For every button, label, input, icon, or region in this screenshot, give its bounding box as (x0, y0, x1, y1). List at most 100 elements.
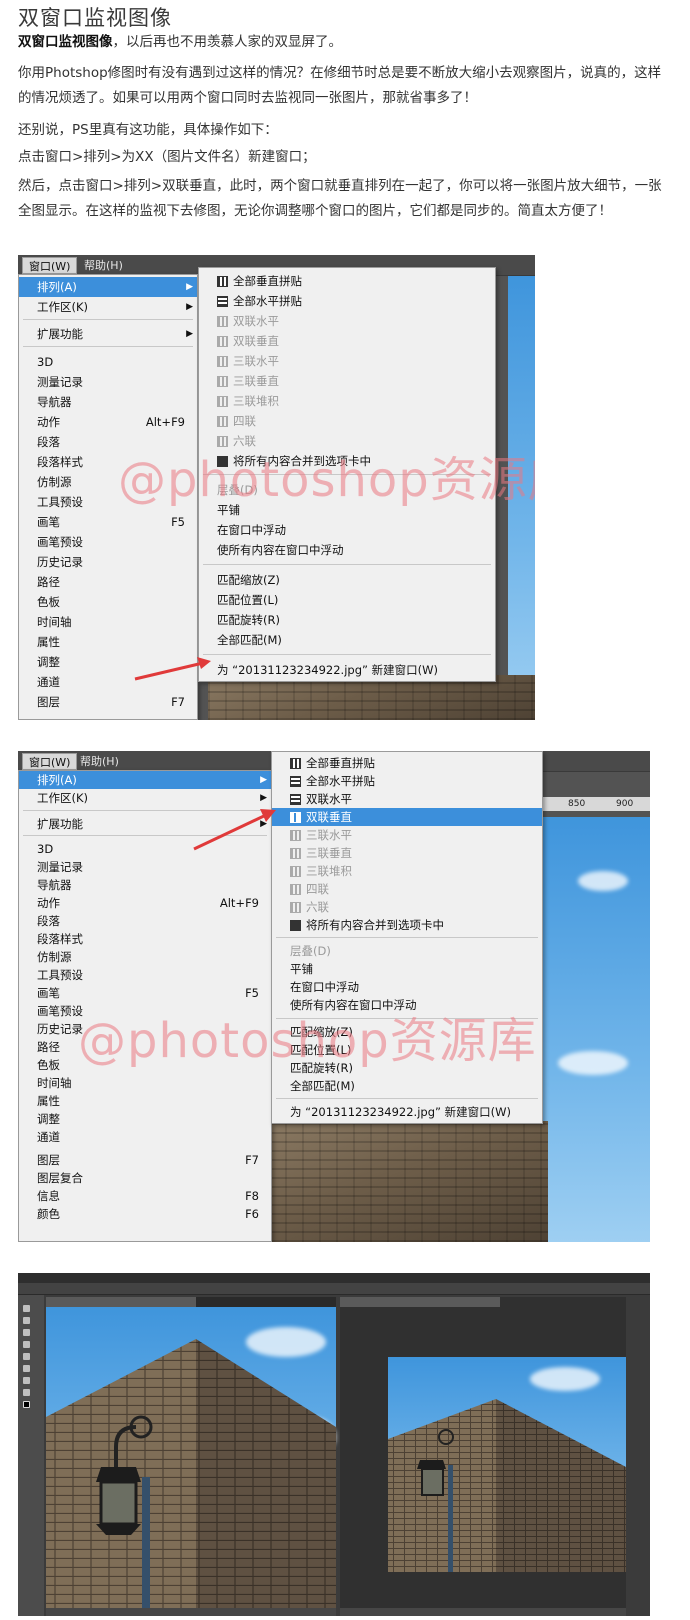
tool-icon[interactable] (23, 1353, 30, 1360)
window-menu-item[interactable]: 导航器 (19, 392, 197, 412)
arrange-item[interactable]: 三联垂直 (272, 844, 542, 862)
tool-icon[interactable] (23, 1317, 30, 1324)
arrange-item[interactable]: 匹配位置(L) (272, 1041, 542, 1059)
window-menu-item[interactable]: 排列(A) ▶ (19, 771, 271, 789)
window-menu-item[interactable]: 路径 (19, 572, 197, 592)
doc-window-right[interactable] (340, 1297, 626, 1616)
ps-tools-panel (18, 1295, 44, 1616)
doc-tab-left[interactable] (46, 1297, 196, 1307)
window-menu-item[interactable]: 段落样式 (19, 452, 197, 472)
arrange-item[interactable]: 将所有内容合并到选项卡中 (199, 451, 495, 471)
tool-icon[interactable] (23, 1365, 30, 1372)
wall-building-image (388, 1399, 626, 1572)
window-menu-item[interactable]: 3D (19, 352, 197, 372)
window-menu-item[interactable]: 仿制源 (19, 948, 271, 966)
window-menu-item[interactable]: 色板 (19, 1056, 271, 1074)
window-menu-item[interactable]: 图层复合 (19, 1169, 271, 1187)
tool-icon[interactable] (23, 1341, 30, 1348)
new-window-item[interactable]: 为 “20131123234922.jpg” 新建窗口(W) (272, 1103, 542, 1121)
arrange-item[interactable]: 使所有内容在窗口中浮动 (199, 540, 495, 560)
window-menu-item[interactable]: 历史记录 (19, 1020, 271, 1038)
doc-tab-right[interactable] (340, 1297, 500, 1307)
window-menu-item[interactable]: 属性 (19, 1092, 271, 1110)
window-menu-item[interactable]: 通道 (19, 1128, 271, 1146)
window-menu-item[interactable]: 排列(A) ▶ (19, 277, 197, 297)
window-menu-item[interactable]: 信息 F8 (19, 1187, 271, 1205)
foreground-color-icon[interactable] (23, 1401, 30, 1408)
arrange-item[interactable]: 匹配缩放(Z) (272, 1023, 542, 1041)
tool-icon[interactable] (23, 1389, 30, 1396)
menu-window[interactable]: 窗口(W) (22, 257, 78, 274)
window-menu-item[interactable]: 段落 (19, 912, 271, 930)
arrange-item[interactable]: 三联堆积 (199, 391, 495, 411)
arrange-item[interactable]: 三联水平 (199, 351, 495, 371)
consolidate-tabs-icon (290, 920, 301, 931)
tool-icon[interactable] (23, 1377, 30, 1384)
window-menu-item[interactable]: 动作 Alt+F9 (19, 894, 271, 912)
arrange-item[interactable]: 六联 (272, 898, 542, 916)
arrange-item[interactable]: 层叠(D) (199, 480, 495, 500)
window-menu-item[interactable]: 时间轴 (19, 612, 197, 632)
window-menu-item[interactable]: 动作 Alt+F9 (19, 412, 197, 432)
window-menu-item[interactable]: 画笔 F5 (19, 512, 197, 532)
arrange-item[interactable]: 全部匹配(M) (199, 630, 495, 650)
window-menu-item[interactable]: 时间轴 (19, 1074, 271, 1092)
window-menu-item[interactable]: 导航器 (19, 876, 271, 894)
window-menu-item[interactable]: 调整 (19, 1110, 271, 1128)
arrange-item[interactable]: 双联水平 (272, 790, 542, 808)
arrange-item[interactable]: 双联垂直 (199, 331, 495, 351)
window-menu-item[interactable]: 段落样式 (19, 930, 271, 948)
arrange-item-selected[interactable]: 双联垂直 (272, 808, 542, 826)
arrange-item[interactable]: 层叠(D) (272, 942, 542, 960)
window-menu-item[interactable]: 测量记录 (19, 372, 197, 392)
window-menu-item[interactable]: 工具预设 (19, 966, 271, 984)
tool-icon[interactable] (23, 1329, 30, 1336)
arrange-item[interactable]: 将所有内容合并到选项卡中 (272, 916, 542, 934)
window-menu-item[interactable]: 画笔 F5 (19, 984, 271, 1002)
menu-help[interactable]: 帮助(H) (78, 257, 129, 274)
arrange-item[interactable]: 三联水平 (272, 826, 542, 844)
new-window-item[interactable]: 为 “20131123234922.jpg” 新建窗口(W) (199, 660, 495, 680)
arrange-item[interactable]: 双联水平 (199, 311, 495, 331)
window-menu-item[interactable]: 路径 (19, 1038, 271, 1056)
arrange-item[interactable]: 全部垂直拼贴 (272, 754, 542, 772)
menu-help[interactable]: 帮助(H) (74, 753, 125, 770)
doc-window-left[interactable] (46, 1297, 336, 1616)
arrange-item[interactable]: 四联 (272, 880, 542, 898)
window-menu-item[interactable]: 段落 (19, 432, 197, 452)
menu-window[interactable]: 窗口(W) (22, 753, 78, 770)
arrange-item[interactable]: 在窗口中浮动 (272, 978, 542, 996)
arrange-item[interactable]: 全部匹配(M) (272, 1077, 542, 1095)
tool-icon[interactable] (23, 1305, 30, 1312)
window-menu-item[interactable]: 仿制源 (19, 472, 197, 492)
window-menu-item[interactable]: 画笔预设 (19, 1002, 271, 1020)
arrange-item[interactable]: 使所有内容在窗口中浮动 (272, 996, 542, 1014)
arrange-item[interactable]: 匹配旋转(R) (199, 610, 495, 630)
arrange-item[interactable]: 三联堆积 (272, 862, 542, 880)
window-menu-item[interactable]: 图层 F7 (19, 1151, 271, 1169)
window-menu-item[interactable]: 测量记录 (19, 858, 271, 876)
arrange-item[interactable]: 平铺 (199, 500, 495, 520)
paragraph-3: 点击窗口>排列>为XX（图片文件名）新建窗口； (18, 149, 316, 165)
window-menu-item[interactable]: 工作区(K) ▶ (19, 297, 197, 317)
tile-horizontal-icon (290, 776, 301, 787)
window-menu-item[interactable]: 图层 F7 (19, 692, 197, 712)
window-menu-item[interactable]: 颜色 F6 (19, 1205, 271, 1223)
arrange-item[interactable]: 匹配位置(L) (199, 590, 495, 610)
arrange-item[interactable]: 全部水平拼贴 (199, 291, 495, 311)
arrange-item[interactable]: 匹配旋转(R) (272, 1059, 542, 1077)
arrange-item[interactable]: 六联 (199, 431, 495, 451)
window-menu-item[interactable]: 画笔预设 (19, 532, 197, 552)
arrange-item[interactable]: 匹配缩放(Z) (199, 570, 495, 590)
arrange-item[interactable]: 三联垂直 (199, 371, 495, 391)
arrange-item[interactable]: 全部水平拼贴 (272, 772, 542, 790)
window-menu-item[interactable]: 工具预设 (19, 492, 197, 512)
arrange-item[interactable]: 平铺 (272, 960, 542, 978)
window-menu-item[interactable]: 扩展功能 ▶ (19, 324, 197, 344)
window-menu-item[interactable]: 历史记录 (19, 552, 197, 572)
arrange-item[interactable]: 全部垂直拼贴 (199, 271, 495, 291)
window-menu-item[interactable]: 色板 (19, 592, 197, 612)
window-menu-item[interactable]: 属性 (19, 632, 197, 652)
arrange-item[interactable]: 四联 (199, 411, 495, 431)
arrange-item[interactable]: 在窗口中浮动 (199, 520, 495, 540)
